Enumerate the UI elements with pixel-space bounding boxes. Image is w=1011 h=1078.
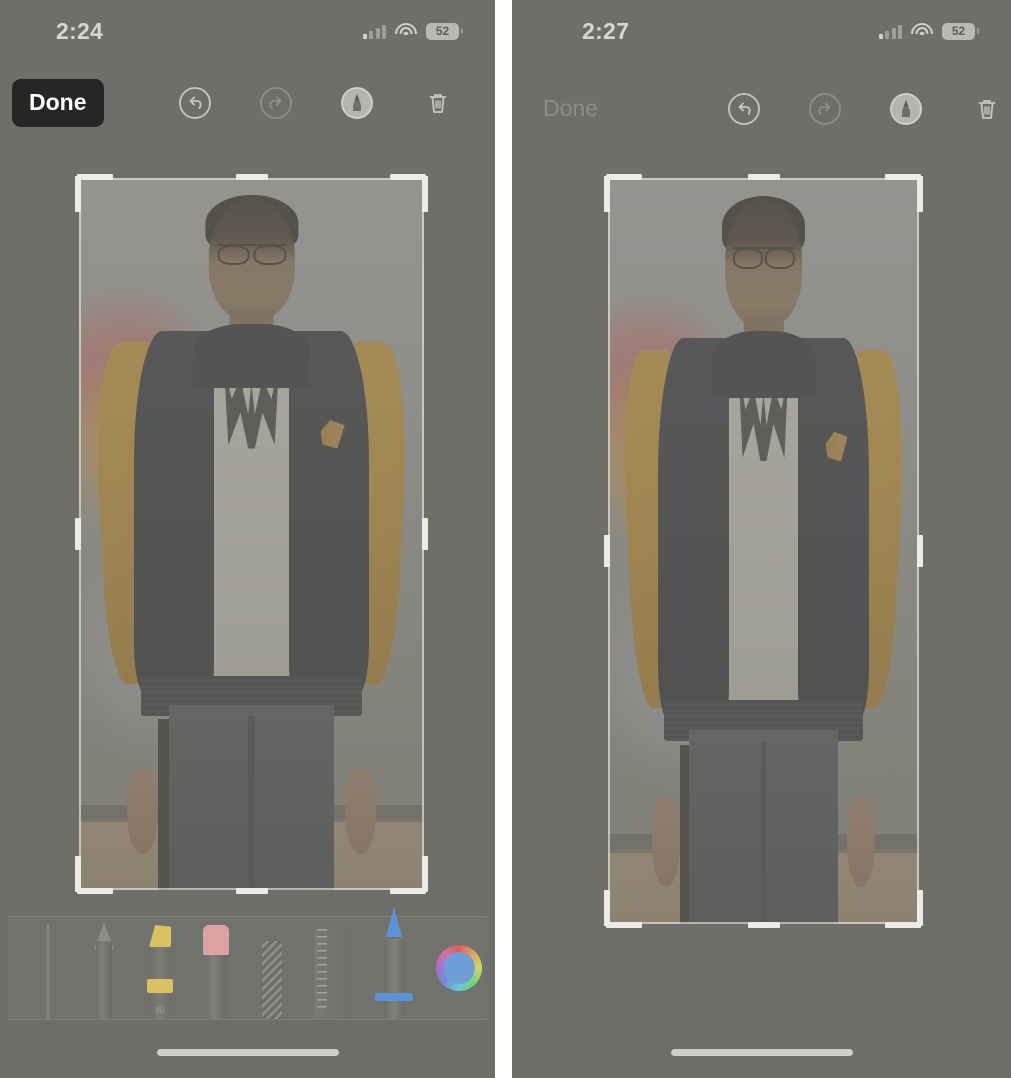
color-wheel[interactable] [436,945,482,991]
markup-tool-palette[interactable]: 80 + [8,907,487,1020]
pen-tools: 80 [8,907,413,1019]
screenshot-preview-left[interactable] [79,178,424,890]
battery-icon: 52 [942,22,979,40]
status-bar-right: 2:27 52 [512,0,1011,62]
markup-toolbar-right: Done [512,78,1011,140]
selected-color-swatch [443,952,475,984]
markup-actions [727,92,1011,126]
home-indicator[interactable] [156,1049,339,1056]
marker-tool[interactable] [375,907,413,1019]
comparison-stage: 2:24 52 Done 80 2:27 52 Done [0,0,1011,1078]
cellular-bars-icon [362,24,386,39]
highlighter-size-label: 80 [155,1006,165,1015]
photo-dim-overlay [608,178,919,924]
undo-icon[interactable] [178,86,212,120]
screenshot-preview-right[interactable] [608,178,919,924]
status-time: 2:24 [56,17,104,44]
status-indicators: 52 [362,22,463,40]
status-indicators: 52 [878,22,979,40]
battery-icon: 52 [426,22,463,40]
ruler-tool[interactable] [312,923,354,1019]
redo-icon[interactable] [259,86,293,120]
cellular-bars-icon [878,24,902,39]
phone-screen-right: 2:27 52 Done [512,0,1011,1078]
wifi-icon [911,23,933,39]
done-button[interactable]: Done [12,79,104,127]
trash-icon[interactable] [421,86,455,120]
undo-icon[interactable] [727,92,761,126]
phone-screen-left: 2:24 52 Done 80 [0,0,495,1078]
battery-percentage: 52 [435,24,450,38]
markup-pen-icon[interactable] [340,86,374,120]
lasso-tool[interactable] [256,923,288,1019]
eraser-tool[interactable] [200,923,232,1019]
home-indicator[interactable] [670,1049,853,1056]
pencil-tool[interactable] [88,923,120,1019]
done-button[interactable]: Done [524,85,615,133]
wifi-icon [395,23,417,39]
markup-actions [178,86,496,120]
markup-toolbar-left: Done [0,72,495,134]
photo-dim-overlay [79,178,424,890]
trash-icon[interactable] [970,92,1004,126]
color-controls: + [410,917,495,1019]
markup-pen-icon[interactable] [889,92,923,126]
redo-icon[interactable] [808,92,842,126]
battery-percentage: 52 [951,24,966,38]
fountain-pen-tool[interactable] [32,923,64,1019]
status-bar-left: 2:24 52 [0,0,495,62]
status-time: 2:27 [582,17,630,44]
highlighter-tool[interactable]: 80 [144,923,176,1019]
